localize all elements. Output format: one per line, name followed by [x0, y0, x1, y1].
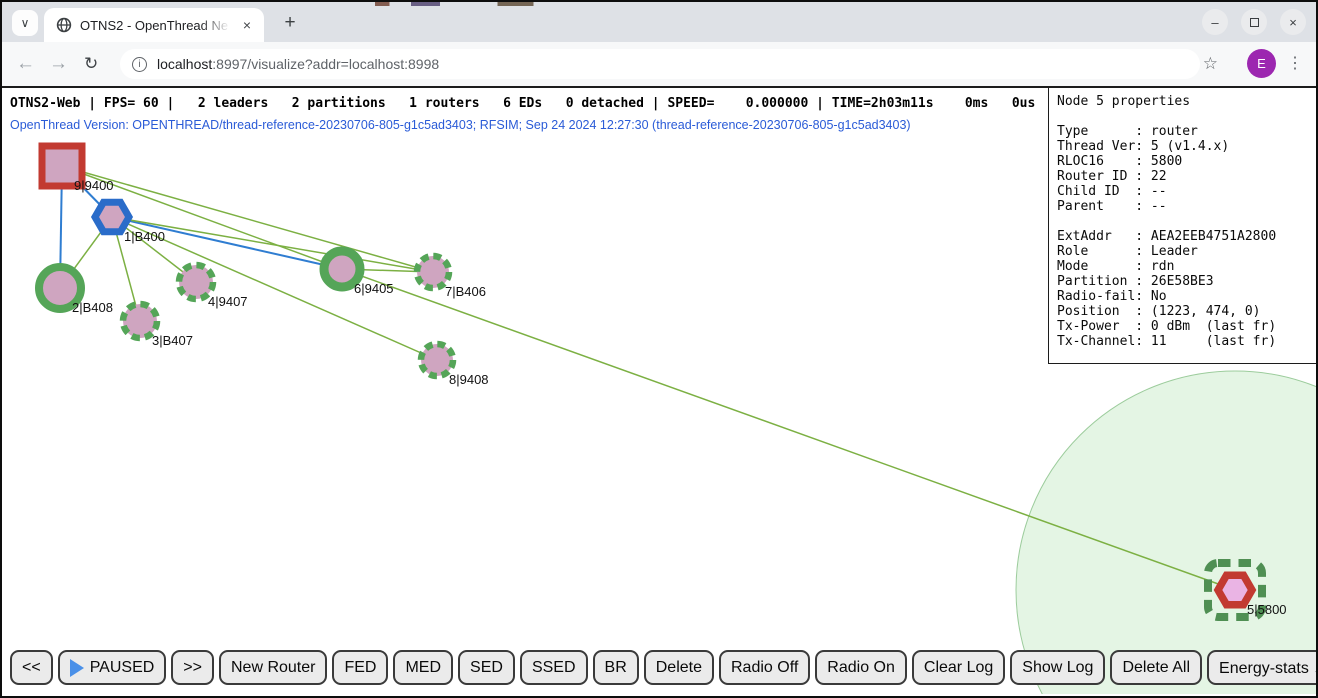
tab-search-button[interactable]: ∨	[12, 10, 38, 36]
browser-window: ∨ OTNS2 - OpenThread Ne × + – × ← → ↻ i …	[0, 0, 1318, 698]
tab-strip: ∨ OTNS2 - OpenThread Ne × + – ×	[2, 2, 1316, 42]
node-properties-panel: Node 5 properties Type : routerThread Ve…	[1048, 88, 1316, 364]
toolbar-button-label: Radio Off	[731, 659, 798, 677]
toolbar-button-radio-off[interactable]: Radio Off	[719, 650, 810, 685]
node-label-9: 9|9400	[74, 178, 114, 193]
toolbar-button-label: FED	[344, 659, 376, 677]
node-label-2: 2|B408	[72, 300, 113, 315]
toolbar-button-label: PAUSED	[90, 659, 155, 677]
globe-favicon-icon	[56, 17, 72, 33]
chevron-down-icon: ∨	[21, 16, 30, 30]
toolbar-button-label: Delete	[656, 659, 702, 677]
toolbar-button-energy-stats[interactable]: Energy-stats ↗	[1207, 650, 1316, 685]
profile-avatar[interactable]: E	[1247, 49, 1276, 78]
radio-range-circle	[1016, 371, 1316, 694]
panel-line: Parent : --	[1057, 199, 1316, 214]
node-label-8: 8|9408	[449, 372, 489, 387]
toolbar-button-label: MED	[405, 659, 441, 677]
url-host: localhost	[157, 56, 212, 72]
panel-line: Tx-Channel: 11 (last fr)	[1057, 334, 1316, 349]
panel-line: RLOC16 : 5800	[1057, 154, 1316, 169]
browser-toolbar: ← → ↻ i localhost:8997/visualize?addr=lo…	[2, 42, 1316, 86]
toolbar-button-label: Clear Log	[924, 659, 993, 677]
node-label-6: 6|9405	[354, 281, 394, 296]
url-path: :8997/visualize?addr=localhost:8998	[212, 56, 439, 72]
otns-canvas-area: 9|9400 1|B400 2|B408 3|B407 4|9407 6|9405 7|B4…	[2, 86, 1316, 694]
panel-line: ExtAddr : AEA2EEB4751A2800	[1057, 229, 1316, 244]
node-label-7: 7|B406	[445, 284, 486, 299]
panel-line	[1057, 214, 1316, 229]
simulation-status-bar: OTNS2-Web | FPS= 60 | 2 leaders 2 partit…	[10, 96, 1035, 111]
node-properties-title: Node 5 properties	[1057, 94, 1316, 109]
node-1[interactable]	[95, 202, 129, 231]
bookmark-star-icon[interactable]: ☆	[1203, 54, 1218, 74]
panel-line: Partition : 26E58BE3	[1057, 274, 1316, 289]
panel-line: Role : Leader	[1057, 244, 1316, 259]
panel-line: Radio-fail: No	[1057, 289, 1316, 304]
toolbar-button-label: Show Log	[1022, 659, 1093, 677]
panel-line: Thread Ver: 5 (v1.4.x)	[1057, 139, 1316, 154]
tab-close-icon[interactable]: ×	[238, 16, 256, 34]
toolbar-button-label: SSED	[532, 659, 576, 677]
toolbar-button-label: BR	[605, 659, 627, 677]
tab-title: OTNS2 - OpenThread Ne	[80, 18, 230, 33]
toolbar-button-sed[interactable]: SED	[458, 650, 515, 685]
node-properties-lines: Type : routerThread Ver: 5 (v1.4.x)RLOC1…	[1057, 124, 1316, 349]
link-1-7	[112, 217, 433, 272]
node-label-1: 1|B400	[124, 229, 165, 244]
panel-line: Position : (1223, 474, 0)	[1057, 304, 1316, 319]
toolbar-button-label: New Router	[231, 659, 315, 677]
panel-line: Router ID : 22	[1057, 169, 1316, 184]
toolbar-button-label: SED	[470, 659, 503, 677]
toolbar-button-fed[interactable]: FED	[332, 650, 388, 685]
play-icon	[70, 659, 84, 677]
toolbar-button-label: Radio On	[827, 659, 895, 677]
toolbar-button-label: >>	[183, 659, 202, 677]
back-icon[interactable]: ←	[16, 53, 35, 75]
toolbar-button-label: Delete All	[1122, 659, 1190, 677]
node-label-3: 3|B407	[152, 333, 193, 348]
node-label-5: 5|5800	[1247, 602, 1287, 617]
panel-line: Mode : rdn	[1057, 259, 1316, 274]
toolbar-button-ssed[interactable]: SSED	[520, 650, 588, 685]
window-controls: – ×	[1202, 9, 1306, 35]
toolbar-button-new-router[interactable]: New Router	[219, 650, 327, 685]
toolbar-button-delete-all[interactable]: Delete All	[1110, 650, 1202, 685]
node-label-4: 4|9407	[208, 294, 248, 309]
simulation-button-bar: << PAUSED >> New Router FED MED SED SSED BR Delet…	[10, 650, 1316, 685]
toolbar-button-step-back[interactable]: <<	[10, 650, 53, 685]
maximize-button[interactable]	[1241, 9, 1267, 35]
panel-line: Child ID : --	[1057, 184, 1316, 199]
close-button[interactable]: ×	[1280, 9, 1306, 35]
url-text: localhost:8997/visualize?addr=localhost:…	[157, 56, 439, 72]
maximize-icon	[1250, 18, 1259, 27]
toolbar-button-step-forward[interactable]: >>	[171, 650, 214, 685]
toolbar-button-show-log[interactable]: Show Log	[1010, 650, 1105, 685]
forward-icon[interactable]: →	[49, 53, 68, 75]
toolbar-button-radio-on[interactable]: Radio On	[815, 650, 907, 685]
panel-line: Type : router	[1057, 124, 1316, 139]
top-edge-artifacts	[332, 2, 692, 6]
panel-line: Tx-Power : 0 dBm (last fr)	[1057, 319, 1316, 334]
toolbar-button-paused[interactable]: PAUSED	[58, 650, 167, 685]
toolbar-button-delete[interactable]: Delete	[644, 650, 714, 685]
browser-menu-icon[interactable]: ⋮	[1287, 53, 1303, 73]
site-info-icon[interactable]: i	[132, 57, 147, 72]
toolbar-button-clear-log[interactable]: Clear Log	[912, 650, 1005, 685]
new-tab-button[interactable]: +	[278, 11, 302, 35]
reload-icon[interactable]: ↻	[84, 54, 98, 74]
node-5[interactable]	[1218, 575, 1252, 604]
toolbar-button-br[interactable]: BR	[593, 650, 639, 685]
toolbar-button-label: <<	[22, 659, 41, 677]
toolbar-button-med[interactable]: MED	[393, 650, 453, 685]
toolbar-button-label: Energy-stats ↗	[1219, 658, 1316, 678]
openthread-version-text: OpenThread Version: OPENTHREAD/thread-re…	[10, 118, 911, 132]
address-bar[interactable]: i localhost:8997/visualize?addr=localhos…	[120, 49, 1200, 79]
minimize-button[interactable]: –	[1202, 9, 1228, 35]
minimize-icon: –	[1211, 15, 1218, 30]
close-icon: ×	[1289, 15, 1297, 30]
tab-otns2[interactable]: OTNS2 - OpenThread Ne ×	[44, 8, 264, 42]
